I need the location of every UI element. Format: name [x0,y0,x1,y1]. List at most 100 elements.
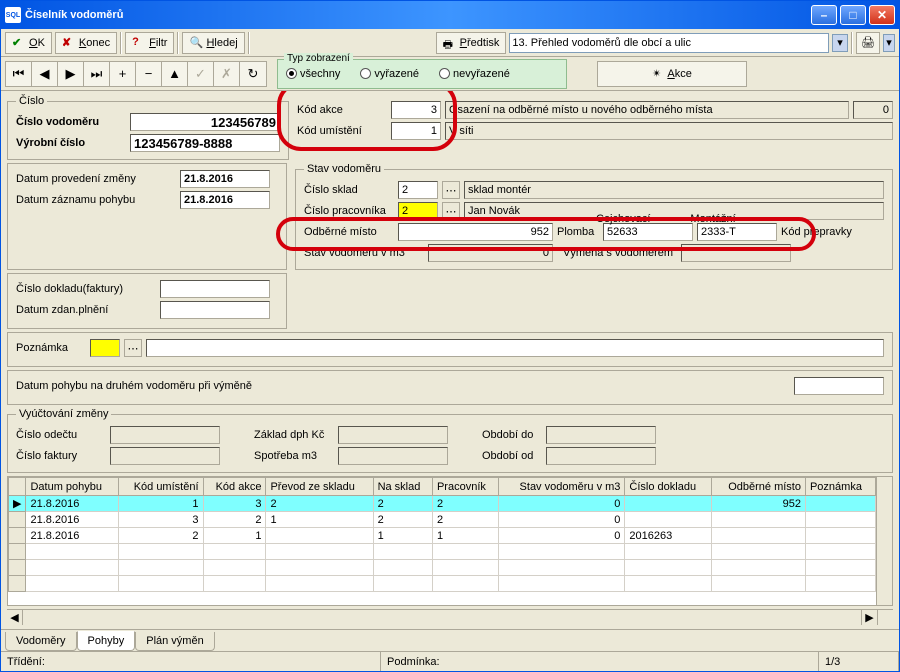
predtisk-button[interactable]: 🖶Předtisk [436,32,507,54]
datum-pohybu-panel: Datum pohybu na druhém vodoměru při výmě… [7,370,893,405]
lbl-kod-umisteni: Kód umístění [297,125,387,137]
plomba-cejch-field[interactable]: 52633 [603,223,693,241]
status-bar: Třídění: Podmínka: 1/3 [1,651,899,671]
grid-hscroll[interactable]: ◀ ▶ [7,609,893,625]
cislo-sklad-field[interactable]: 2 [398,181,438,199]
nav-first[interactable]: ⏮ [6,62,32,86]
typ-zobrazeni-legend: Typ zobrazení [284,53,353,64]
akce-button[interactable]: ✴Akce [597,61,747,87]
datum-zdan-field[interactable] [160,301,270,319]
konec-button[interactable]: ✘Konec [55,32,117,54]
lbl-cislo-faktury: Číslo faktury [16,450,106,462]
radio-vsechny[interactable]: všechny [286,68,340,80]
nav-cancel[interactable]: ✗ [214,62,240,86]
table-row[interactable]: ▶21.8.2016132220952 [9,496,876,512]
lbl-datum-zaznamu: Datum záznamu pohybu [16,194,176,206]
pohyby-grid[interactable]: Datum pohybuKód umístěníKód akcePřevod z… [7,476,893,606]
maximize-button[interactable]: □ [840,5,866,25]
poznamka-panel: Poznámka ⋯ [7,332,893,367]
print-button[interactable]: 🖨 [856,32,880,54]
kod-akce-field[interactable]: 3 [391,101,441,119]
vsiti-text: V síti [445,122,893,140]
grid-header[interactable]: Pracovník [432,478,498,496]
sklad-lookup-button[interactable]: ⋯ [442,181,460,199]
cislo-dokladu-field[interactable] [160,280,270,298]
nav-last[interactable]: ⏭ [84,62,110,86]
report-combo-arrow[interactable]: ▾ [832,34,848,52]
status-podminka: Podmínka: [381,652,819,671]
lbl-zaklad-dph: Základ dph Kč [224,429,334,441]
kod-umisteni-field[interactable]: 1 [391,122,441,140]
table-row[interactable] [9,560,876,576]
radio-nevyrazene[interactable]: nevyřazené [439,68,510,80]
table-row[interactable] [9,576,876,592]
table-row[interactable]: 21.8.2016321220 [9,512,876,528]
nav-post[interactable]: ✓ [188,62,214,86]
grid-header[interactable]: Stav vodoměru v m3 [499,478,625,496]
grid-header[interactable]: Datum pohybu [26,478,118,496]
osazeni-value: 0 [853,101,893,119]
zaklad-dph-field [338,426,448,444]
grid-header[interactable]: Číslo dokladu [625,478,712,496]
datum-zaznamu-field[interactable]: 21.8.2016 [180,191,270,209]
check-icon: ✔ [12,36,26,50]
status-trideni: Třídění: [1,652,381,671]
filtr-button[interactable]: ?Filtr [125,32,174,54]
grid-header[interactable]: Převod ze skladu [266,478,373,496]
ok-button[interactable]: ✔OK [5,32,52,54]
typ-zobrazeni-group: Typ zobrazení všechny vyřazené nevyřazen… [277,59,567,89]
grid-header[interactable]: Na sklad [373,478,432,496]
lbl-kod-akce: Kód akce [297,104,387,116]
vymena-field [681,244,791,262]
grid-table: Datum pohybuKód umístěníKód akcePřevod z… [8,477,876,592]
grid-header[interactable]: Kód umístění [118,478,203,496]
osazeni-text: Osazení na odběrné místo u nového odběrn… [445,101,849,119]
poznamka-text-field[interactable] [146,339,884,357]
lbl-obdobi-do: Období do [452,429,542,441]
plomba-mont-field[interactable]: 2333-T [697,223,777,241]
cross-icon: ✘ [62,36,76,50]
vyrobni-cislo-field[interactable]: 123456789-8888 [130,134,280,152]
lbl-obdobi-od: Období od [452,450,542,462]
radio-vyrazene[interactable]: vyřazené [360,68,419,80]
grid-vscroll[interactable] [876,477,892,605]
datum-provedeni-field[interactable]: 21.8.2016 [180,170,270,188]
nav-add[interactable]: + [110,62,136,86]
print-dropdown[interactable]: ▾ [883,34,895,52]
lbl-datum-pohybu-druhy: Datum pohybu na druhém vodoměru při výmě… [16,380,790,392]
window-title: Číselník vodoměrů [25,9,811,21]
poznamka-lookup-button[interactable]: ⋯ [124,339,142,357]
tab-pohyby[interactable]: Pohyby [77,631,136,651]
pracovnik-lookup-button[interactable]: ⋯ [442,202,460,220]
table-row[interactable]: 21.8.2016211102016263 [9,528,876,544]
question-icon: ? [132,36,146,50]
report-combo-value: 13. Přehled vodoměrů dle obcí a ulic [512,37,691,49]
lbl-cislo-dokladu: Číslo dokladu(faktury) [16,283,156,295]
lbl-cejchovaci: Cejchovací [596,213,650,225]
nav-next[interactable]: ▶ [58,62,84,86]
nav-prev[interactable]: ◀ [32,62,58,86]
report-combo[interactable]: 13. Přehled vodoměrů dle obcí a ulic [509,33,829,53]
cislo-pracovnika-field[interactable]: 2 [398,202,438,220]
minimize-button[interactable]: – [811,5,837,25]
highlight-oval-1 [277,91,457,151]
close-button[interactable]: ✕ [869,5,895,25]
table-row[interactable] [9,544,876,560]
datum-panel: Datum provedení změny 21.8.2016 Datum zá… [7,163,287,270]
grid-header[interactable]: Odběrné místo [712,478,806,496]
cislo-legend: Číslo [16,95,47,107]
nav-edit[interactable]: ▲ [162,62,188,86]
titlebar: SQL Číselník vodoměrů – □ ✕ [1,1,899,29]
nav-delete[interactable]: − [136,62,162,86]
grid-header[interactable]: Kód akce [203,478,266,496]
hledej-button[interactable]: 🔍Hledej [182,32,244,54]
datum-pohybu-druhy-field[interactable] [794,377,884,395]
vyuctovani-group: Vyúčtování změny Číslo odečtu Základ dph… [7,408,893,473]
grid-header[interactable]: Poznámka [805,478,875,496]
tab-plan-vymen[interactable]: Plán výměn [135,632,214,651]
poznamka-code-field[interactable] [90,339,120,357]
tab-vodomery[interactable]: Vodoměry [5,632,77,651]
odberne-misto-field[interactable]: 952 [398,223,553,241]
nav-refresh[interactable]: ↻ [240,62,266,86]
cislo-vodomeru-field[interactable]: 123456789 [130,113,280,131]
